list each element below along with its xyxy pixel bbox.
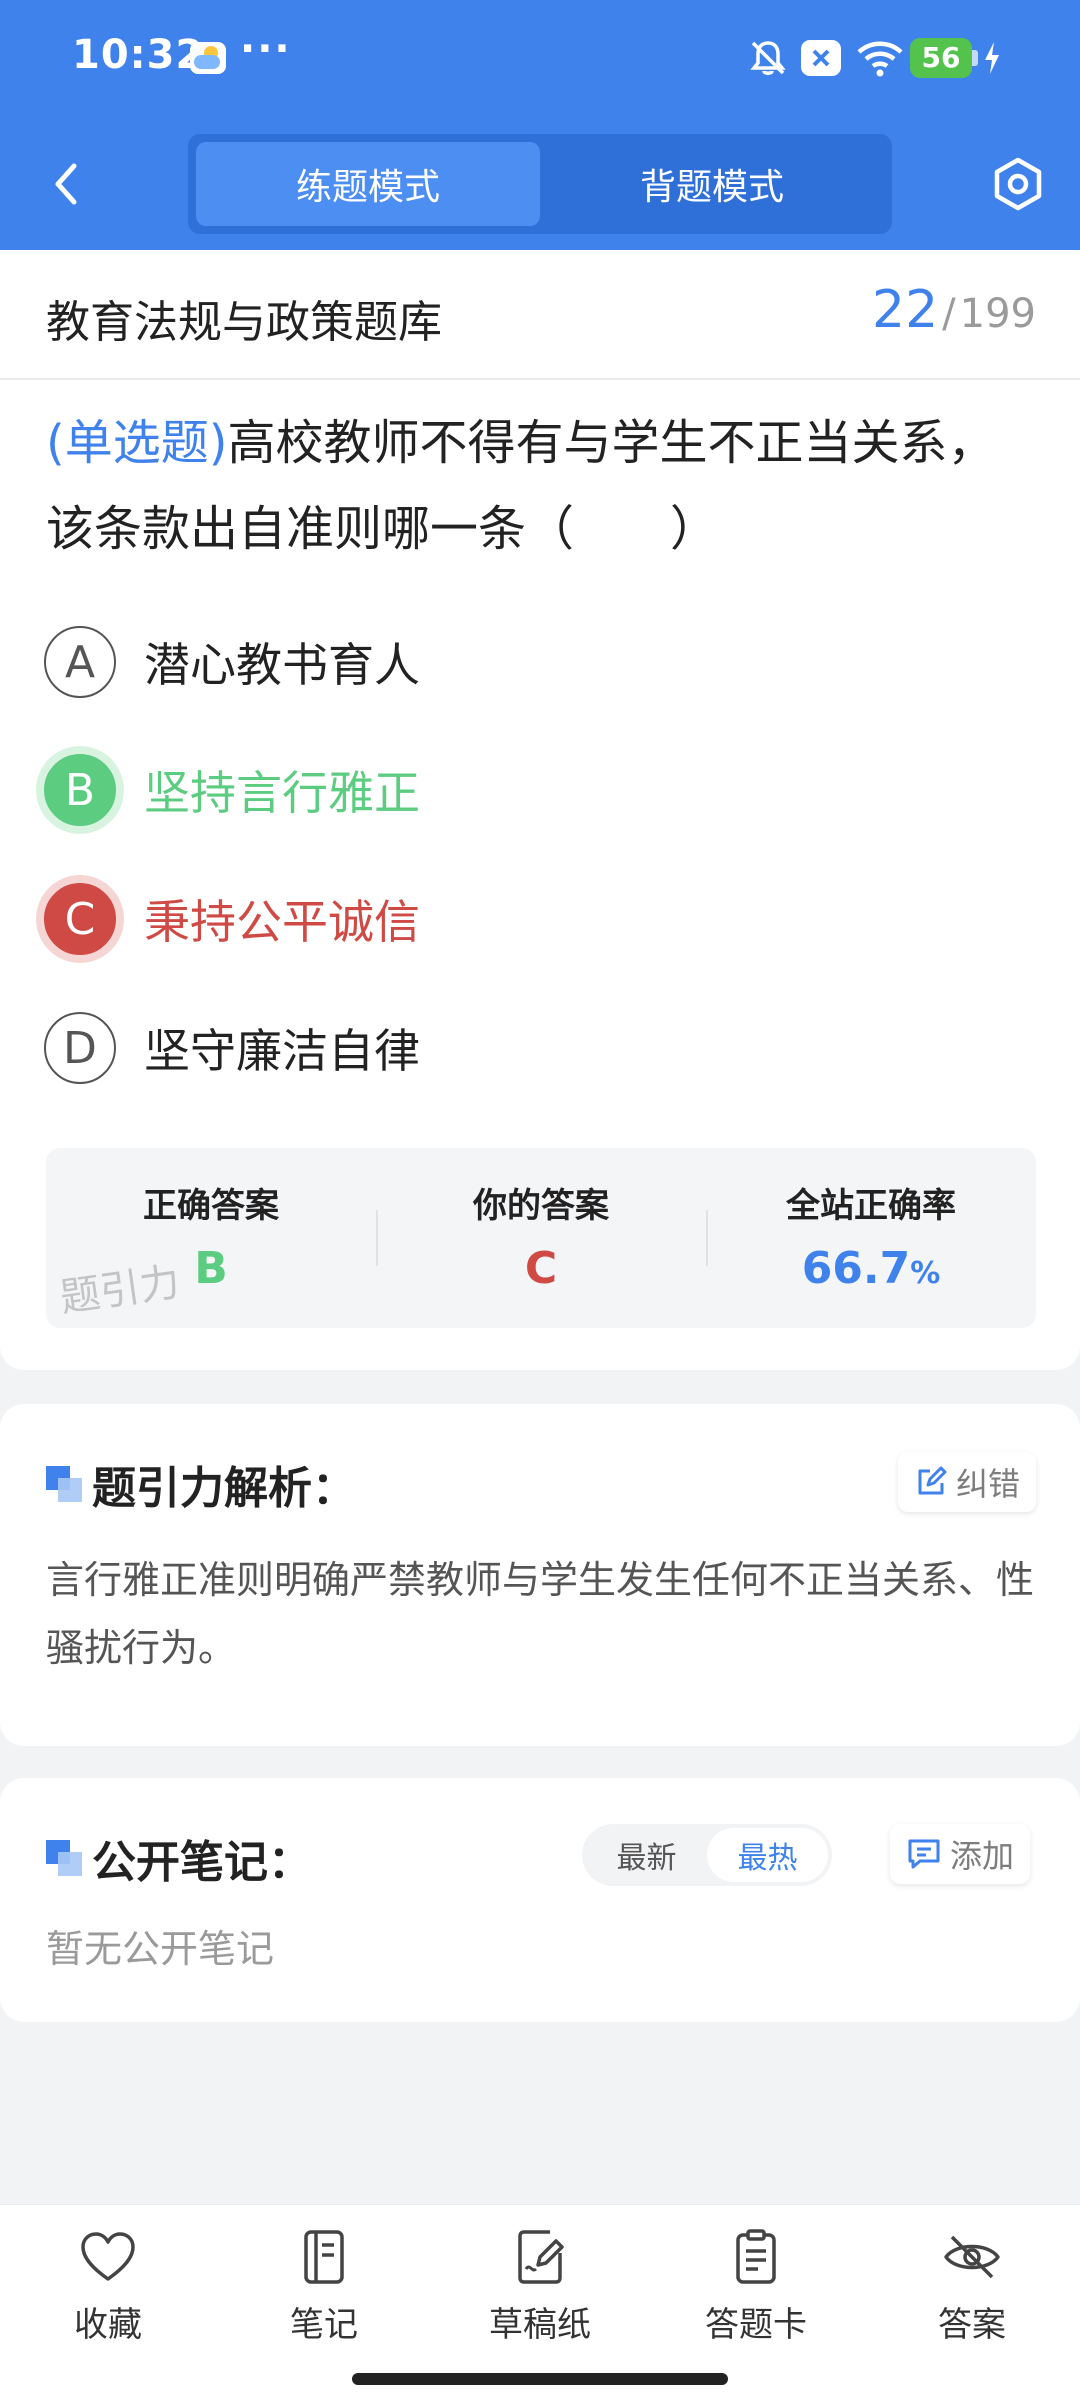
app-screen: 10:32 ··· 56 练题模式 背题模式 教育法规与政策题库 22 / 19… [0,0,1080,2400]
current-question-number: 22 [871,280,939,340]
stat-label: 你的答案 [473,1186,609,1226]
report-error-button[interactable]: 纠错 [898,1452,1037,1512]
comment-icon [908,1839,940,1869]
total-questions: 199 [959,291,1036,337]
bottom-nav: 收藏 笔记 草稿纸 答题卡 答案 [0,2204,1080,2400]
header: 练题模式 背题模式 [0,118,1080,250]
option-d[interactable]: D 坚守廉洁自律 [44,1008,1034,1088]
sort-newest[interactable]: 最新 [586,1828,707,1882]
nav-label: 答案 [938,2305,1006,2345]
battery-level: 56 [910,38,978,78]
question-bank-title: 教育法规与政策题库 [46,297,442,348]
public-notes-card: 公开笔记： 最新 最热 添加 暂无公开笔记 [0,1778,1080,2022]
charging-bolt-icon [985,42,999,74]
question-card: 教育法规与政策题库 22/199 (单选题)高校教师不得有与学生不正当关系，该条… [0,250,1080,1370]
notes-sort-toggle: 最新 最热 [582,1824,832,1886]
empty-notes-text: 暂无公开笔记 [46,1927,275,1971]
question-counter[interactable]: 22/199 [872,280,1036,340]
question-type-tag: (单选题) [46,415,228,471]
stat-label: 正确答案 [143,1186,279,1226]
nav-answer-toggle[interactable]: 答案 [892,2229,1052,2346]
option-letter: C [44,883,116,955]
option-letter: B [44,754,116,826]
nav-label: 答题卡 [705,2305,807,2345]
heart-icon [81,2232,135,2281]
status-bar: 10:32 ··· 56 [0,0,1080,118]
counter-separator: / [942,291,956,337]
answer-sheet-icon [736,2229,776,2284]
accuracy-number: 66.7 [801,1243,911,1294]
option-letter: D [44,1012,116,1084]
correct-answer-stat: 正确答案 B 题引力 [46,1148,376,1328]
bank-row: 教育法规与政策题库 22/199 [0,250,1080,380]
answer-stats: 正确答案 B 题引力 你的答案 C 全站正确率 66.7% [46,1148,1036,1328]
weather-icon [190,42,226,74]
back-arrow-icon[interactable] [40,148,96,220]
stat-label: 全站正确率 [786,1186,956,1226]
sort-hottest[interactable]: 最热 [707,1828,828,1882]
your-answer-value: C [524,1243,558,1294]
more-notifications-icon: ··· [240,26,292,72]
notes-title: 公开笔记： [92,1837,312,1888]
option-text: 坚持言行雅正 [144,766,420,820]
add-note-button[interactable]: 添加 [890,1824,1031,1884]
option-text: 秉持公平诚信 [144,895,420,949]
your-answer-stat: 你的答案 C [376,1148,706,1328]
option-text: 坚守廉洁自律 [144,1024,420,1078]
option-c[interactable]: C 秉持公平诚信 [44,879,1034,959]
option-b[interactable]: B 坚持言行雅正 [44,750,1034,830]
site-accuracy-stat: 全站正确率 66.7% [706,1148,1036,1328]
notebook-icon [304,2230,344,2284]
top-bar: 10:32 ··· 56 练题模式 背题模式 [0,0,1080,250]
site-accuracy-value: 66.7% [706,1243,1036,1294]
eye-off-icon [944,2235,1000,2279]
edit-icon [918,1466,947,1495]
wifi-icon [857,41,903,77]
analysis-text: 言行雅正准则明确严禁教师与学生发生任何不正当关系、性骚扰行为。 [46,1558,1035,1670]
report-error-label: 纠错 [956,1465,1021,1503]
nav-label: 笔记 [290,2305,358,2345]
bell-muted-icon [750,41,786,75]
home-indicator[interactable] [352,2373,728,2385]
nav-label: 草稿纸 [489,2305,591,2345]
draft-paper-icon [518,2230,564,2284]
accuracy-unit: % [910,1256,941,1291]
notes-section-icon [46,1840,82,1876]
tab-practice-mode[interactable]: 练题模式 [196,142,540,226]
tab-memorize-mode[interactable]: 背题模式 [540,142,884,226]
nav-favorite[interactable]: 收藏 [28,2229,188,2346]
analysis-section-icon [46,1466,82,1502]
analysis-card: 题引力解析： 纠错 言行雅正准则明确严禁教师与学生发生任何不正当关系、性骚扰行为… [0,1404,1080,1746]
close-box-icon [801,40,841,76]
nav-draft-paper[interactable]: 草稿纸 [460,2229,620,2346]
status-time: 10:32 [72,32,205,78]
option-text: 潜心教书育人 [144,638,420,692]
nav-label: 收藏 [74,2305,142,2345]
option-letter: A [44,626,116,698]
settings-gear-icon[interactable] [988,154,1048,214]
option-a[interactable]: A 潜心教书育人 [44,622,1034,702]
mode-switch: 练题模式 背题模式 [188,134,892,234]
analysis-title: 题引力解析： [92,1463,356,1514]
nav-notes[interactable]: 笔记 [244,2229,404,2346]
nav-answer-sheet[interactable]: 答题卡 [676,2229,836,2346]
question-stem: (单选题)高校教师不得有与学生不正当关系，该条款出自准则哪一条（ ） [46,400,1036,572]
add-note-label: 添加 [950,1837,1015,1875]
